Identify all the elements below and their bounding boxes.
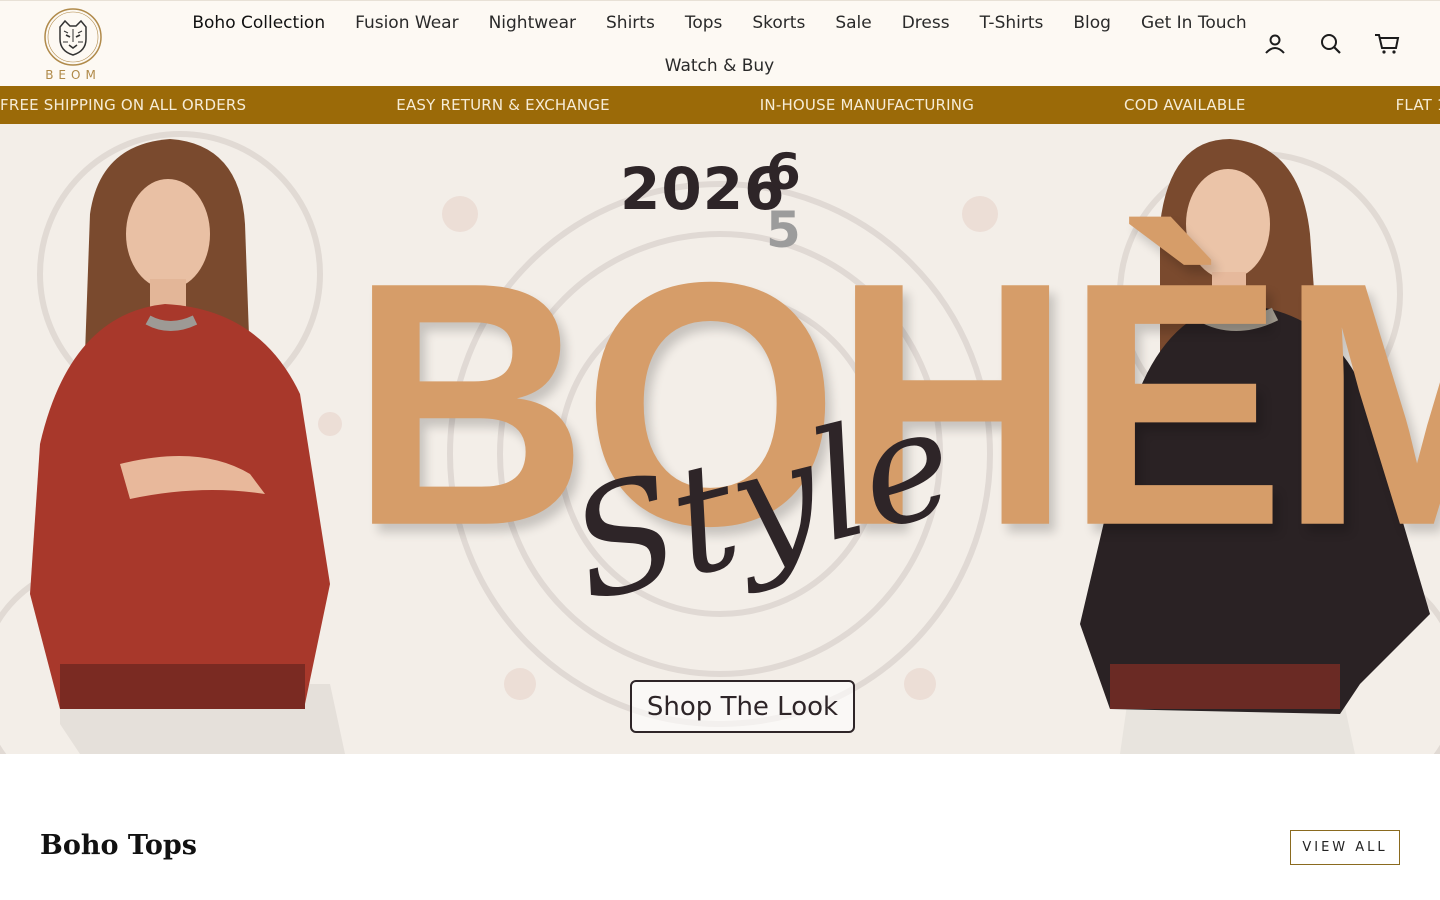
nav-item-skorts[interactable]: Skorts [737,11,820,35]
tiger-head-icon [44,8,102,66]
account-icon[interactable] [1262,31,1288,57]
section-title: Boho Tops [40,830,197,861]
nav-item-tops[interactable]: Tops [670,11,738,35]
nav-item-boho-collection[interactable]: Boho Collection [177,11,340,35]
brand-logo[interactable]: BEOM [36,7,110,83]
hero-year-digit-top: 6 [766,143,801,201]
announcement-free-shipping: FREE SHIPPING ON ALL ORDERS [0,96,247,114]
nav-item-watch-and-buy[interactable]: Watch & Buy [650,54,790,78]
announcement-flat-offer: FLAT 10 [1395,96,1440,114]
announcement-track: FREE SHIPPING ON ALL ORDERS EASY RETURN … [0,86,1440,124]
site-header: BEOM Boho Collection Fusion Wear Nightwe… [0,0,1440,86]
nav-row-secondary: Watch & Buy [197,54,1242,78]
search-icon[interactable] [1318,31,1344,57]
nav-item-fusion-wear[interactable]: Fusion Wear [340,11,473,35]
announcement-easy-return: EASY RETURN & EXCHANGE [396,96,610,114]
announcement-cod: COD AVAILABLE [1124,96,1246,114]
announcement-in-house: IN-HOUSE MANUFACTURING [759,96,975,114]
main-nav: Boho Collection Fusion Wear Nightwear Sh… [192,1,1246,87]
nav-item-nightwear[interactable]: Nightwear [474,11,591,35]
nav-row-primary: Boho Collection Fusion Wear Nightwear Sh… [192,11,1246,35]
header-actions [1262,31,1400,57]
shop-the-look-button[interactable]: Shop The Look [630,680,855,733]
nav-item-shirts[interactable]: Shirts [591,11,670,35]
nav-item-get-in-touch[interactable]: Get In Touch [1126,11,1262,35]
announcement-bar: FREE SHIPPING ON ALL ORDERS EASY RETURN … [0,86,1440,124]
cart-icon[interactable] [1374,31,1400,57]
nav-item-blog[interactable]: Blog [1058,11,1126,35]
nav-item-sale[interactable]: Sale [820,11,886,35]
brand-text: BEOM [45,68,101,82]
hero-banner[interactable]: 2026 6 5 BOHÈME Style Shop The Look [0,124,1440,754]
view-all-button[interactable]: VIEW ALL [1290,830,1400,865]
nav-item-t-shirts[interactable]: T-Shirts [965,11,1059,35]
nav-item-dress[interactable]: Dress [887,11,965,35]
brand-wordmark: BEOM [45,68,101,82]
